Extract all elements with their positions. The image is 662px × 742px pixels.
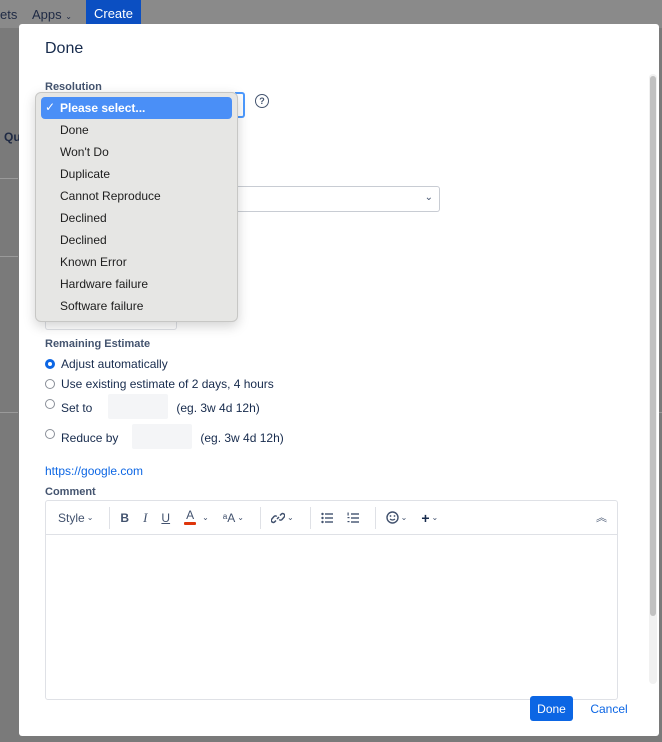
resolution-option[interactable]: Known Error (36, 251, 237, 273)
underline-button[interactable]: U (157, 506, 174, 530)
chevron-down-icon: ⌄ (86, 513, 94, 522)
chevron-down-icon: ⌄ (65, 12, 72, 21)
editor-toolbar: Style ⌄ B I U A ⌄ ᵃA ⌄ ⌄ ⌄ + ⌄ ︽ (46, 501, 617, 535)
background-divider (0, 412, 18, 413)
chevron-down-icon: ⌄ (424, 192, 433, 203)
radio-button[interactable] (45, 399, 55, 409)
remaining-estimate-label: Remaining Estimate (45, 338, 151, 350)
link-icon (270, 512, 285, 523)
comment-label: Comment (45, 486, 96, 498)
bold-button[interactable]: B (116, 506, 133, 530)
resolution-option[interactable]: Won't Do (36, 141, 237, 163)
scrollbar-thumb[interactable] (650, 76, 656, 616)
format-hint: (eg. 3w 4d 12h) (200, 431, 284, 445)
resolution-option[interactable]: Declined (36, 229, 237, 251)
option-label: Won't Do (60, 145, 109, 159)
reduce-by-input[interactable] (132, 424, 193, 449)
more-formatting-button[interactable]: ᵃA ⌄ (219, 506, 248, 530)
done-button[interactable]: Done (530, 696, 573, 721)
bullet-list-icon (320, 512, 333, 523)
option-label: Known Error (60, 255, 127, 269)
resolution-option[interactable]: Software failure (36, 295, 237, 317)
set-to-input[interactable] (108, 394, 169, 419)
background-divider (0, 256, 18, 257)
radio-button-checked[interactable] (45, 359, 55, 369)
link-button[interactable]: ⌄ (267, 506, 298, 530)
style-dropdown[interactable]: Style ⌄ (54, 506, 97, 530)
radio-adjust-automatically[interactable]: Adjust automatically (45, 357, 168, 371)
nav-apps-label: Apps (32, 7, 62, 22)
chevron-down-icon: ⌄ (286, 513, 294, 522)
toolbar-separator (109, 506, 111, 529)
format-hint: (eg. 3w 4d 12h) (176, 401, 260, 415)
resolution-option[interactable]: Done (36, 119, 237, 141)
option-label: Hardware failure (60, 277, 149, 291)
numbered-list-icon (347, 512, 359, 523)
option-label: Declined (60, 211, 107, 225)
chevron-down-icon: ⌄ (237, 513, 244, 522)
bullet-list-button[interactable] (317, 506, 337, 530)
option-label: Cannot Reproduce (60, 189, 161, 203)
radio-reduce-by[interactable]: Reduce by (eg. 3w 4d 12h) (45, 424, 284, 449)
dialog-title: Done (45, 40, 84, 57)
toolbar-separator (374, 506, 376, 529)
google-link[interactable]: https://google.com (45, 464, 143, 478)
collapse-toolbar-icon[interactable]: ︽ (596, 509, 607, 525)
option-label: Done (60, 123, 89, 137)
resolution-dropdown-menu: ✓ Please select... Done Won't Do Duplicat… (35, 92, 238, 322)
option-label: Please select... (60, 101, 146, 115)
style-label: Style (58, 510, 85, 525)
chevron-down-icon: ⌄ (400, 513, 408, 522)
chevron-down-icon: ⌄ (202, 513, 209, 522)
chevron-down-icon: ⌄ (431, 513, 439, 522)
radio-button[interactable] (45, 379, 55, 389)
radio-use-existing-estimate[interactable]: Use existing estimate of 2 days, 4 hours (45, 377, 274, 391)
resolution-option[interactable]: Declined (36, 207, 237, 229)
option-label: Duplicate (60, 167, 111, 181)
radio-button[interactable] (45, 429, 55, 439)
cancel-button[interactable]: Cancel (587, 696, 631, 721)
insert-plus-icon: + (421, 509, 430, 526)
numbered-list-button[interactable] (343, 506, 363, 530)
radio-label: Use existing estimate of 2 days, 4 hours (61, 377, 274, 391)
emoji-button[interactable]: ⌄ (382, 506, 412, 530)
insert-button[interactable]: + ⌄ (417, 506, 442, 530)
text-color-icon: A (186, 508, 195, 522)
nav-apps[interactable]: Apps ⌄ (32, 7, 72, 22)
comment-editor[interactable]: Style ⌄ B I U A ⌄ ᵃA ⌄ ⌄ ⌄ + ⌄ ︽ (45, 500, 618, 700)
more-formatting-icon: ᵃA (222, 510, 236, 525)
resolution-option[interactable]: ✓ Please select... (41, 97, 232, 119)
radio-label: Adjust automatically (61, 357, 168, 371)
resolution-option[interactable]: Duplicate (36, 163, 237, 185)
toolbar-separator (309, 506, 311, 529)
text-color-button[interactable]: A ⌄ (180, 506, 213, 530)
nav-item-fragment[interactable]: ets (0, 7, 17, 22)
option-label: Software failure (60, 299, 144, 313)
radio-set-to[interactable]: Set to (eg. 3w 4d 12h) (45, 394, 260, 419)
emoji-icon (385, 511, 399, 524)
background-divider (0, 178, 18, 179)
question-circle-icon[interactable]: ? (255, 94, 269, 108)
radio-label: Reduce by (61, 431, 119, 445)
checkmark-icon: ✓ (45, 100, 56, 114)
resolution-option[interactable]: Hardware failure (36, 273, 237, 295)
text-color-swatch (184, 522, 197, 525)
resolution-option[interactable]: Cannot Reproduce (36, 185, 237, 207)
create-button[interactable]: Create (86, 0, 141, 27)
secondary-select[interactable]: ⌄ (234, 186, 440, 212)
radio-label: Set to (61, 401, 93, 415)
italic-button[interactable]: I (139, 506, 151, 530)
option-label: Declined (60, 233, 107, 247)
toolbar-separator (259, 506, 261, 529)
